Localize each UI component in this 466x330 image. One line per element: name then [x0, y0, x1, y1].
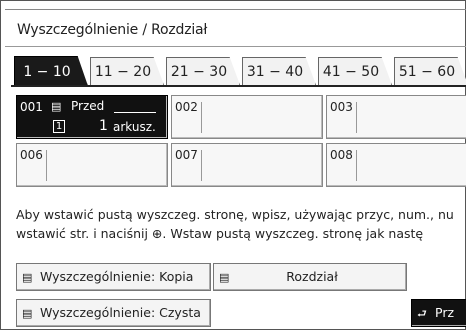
cell-number: 008: [330, 148, 353, 162]
cell-number: 002: [175, 100, 198, 114]
page-title: Wyszczególnienie / Rozdział: [17, 22, 208, 38]
chapter-button[interactable]: ▤ Rozdział: [213, 263, 407, 291]
cell-number: 007: [175, 148, 198, 162]
cell-count: 1: [99, 118, 108, 134]
screen-frame: Wyszczególnienie / Rozdział 1 − 10 11 − …: [0, 0, 466, 330]
button-label: Wyszczególnienie: Czysta: [40, 305, 201, 320]
cell-number: 006: [20, 148, 43, 162]
tab-11-20[interactable]: 11 − 20: [90, 57, 164, 85]
tab-21-30[interactable]: 21 − 30: [166, 57, 240, 85]
cell-number: 001: [20, 100, 43, 114]
page-cell-002[interactable]: 002: [171, 95, 323, 139]
page-cell-003[interactable]: 003: [326, 95, 466, 139]
tab-underline: [11, 85, 466, 87]
cell-position-label: Przed: [71, 99, 105, 113]
document-icon: ▤: [51, 100, 62, 113]
document-icon: ▤: [22, 271, 33, 284]
cell-divider: [46, 150, 47, 181]
button-label: Rozdział: [286, 269, 338, 284]
cell-slot-box: 1: [53, 120, 65, 133]
button-label: Prz: [435, 305, 455, 320]
tab-31-40[interactable]: 31 − 40: [242, 57, 316, 85]
copy-designation-button[interactable]: ▤ Wyszczególnienie: Kopia: [16, 263, 211, 291]
tab-41-50[interactable]: 41 − 50: [318, 57, 392, 85]
page-cell-008[interactable]: 008: [326, 143, 466, 187]
page-cell-006[interactable]: 006: [16, 143, 168, 187]
cell-underline: [114, 112, 156, 113]
page-cell-007[interactable]: 007: [171, 143, 323, 187]
enter-arrow-icon: ⮐: [417, 307, 427, 320]
instruction-line-1: Aby wstawić pustą wyszczeg. stronę, wpis…: [16, 207, 454, 222]
title-divider: [5, 46, 466, 47]
top-divider: [5, 9, 466, 10]
cell-divider: [356, 102, 357, 133]
tab-51-60[interactable]: 51 − 60: [394, 57, 466, 85]
instruction-line-2: wstawić str. i naciśnij ⊕. Wstaw pustą w…: [16, 226, 424, 241]
tab-1-10[interactable]: 1 − 10: [14, 56, 88, 86]
page-cell-001[interactable]: 001 ▤ Przed 1 1 arkusz.: [16, 95, 168, 139]
button-label: Wyszczególnienie: Kopia: [40, 269, 194, 284]
cell-divider: [201, 102, 202, 133]
cell-number: 003: [330, 100, 353, 114]
cell-unit: arkusz.: [113, 120, 156, 134]
cell-divider: [201, 150, 202, 181]
next-button[interactable]: ⮐ Prz: [411, 299, 466, 327]
document-icon: ▤: [219, 271, 230, 284]
document-icon: ▤: [22, 307, 33, 320]
cell-divider: [356, 150, 357, 181]
blank-designation-button[interactable]: ▤ Wyszczególnienie: Czysta: [16, 299, 211, 327]
